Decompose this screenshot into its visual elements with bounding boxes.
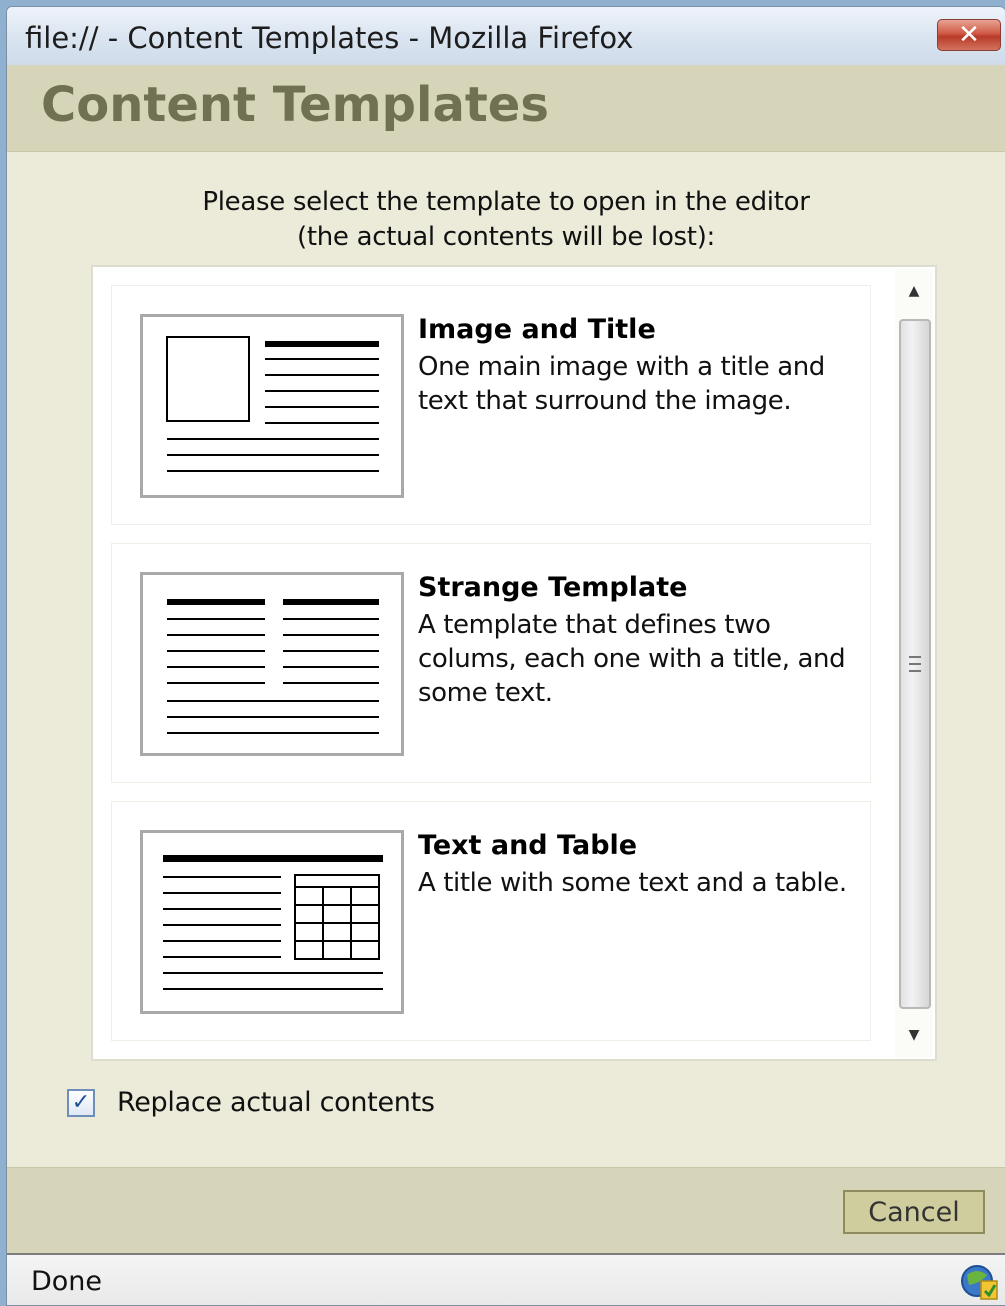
- template-description: A template that defines two colums, each…: [418, 610, 846, 708]
- template-title: Text and Table: [418, 830, 638, 861]
- template-item-text-and-table[interactable]: Text and Table A title with some text an…: [111, 801, 871, 1041]
- two-columns-thumbnail-icon: [140, 572, 404, 756]
- arrow-down-icon: ▼: [908, 1027, 920, 1043]
- vertical-scrollbar[interactable]: ▲ ▼: [895, 269, 933, 1057]
- template-title: Strange Template: [418, 572, 688, 603]
- template-list: Image and Title One main image with a ti…: [91, 265, 937, 1061]
- scroll-up-button[interactable]: ▲: [895, 269, 933, 313]
- window-title: file:// - Content Templates - Mozilla Fi…: [25, 21, 634, 55]
- scroll-thumb[interactable]: [899, 319, 931, 1009]
- arrow-up-icon: ▲: [908, 283, 920, 299]
- template-item-image-and-title[interactable]: Image and Title One main image with a ti…: [111, 285, 871, 525]
- instructions-line-1: Please select the template to open in th…: [202, 187, 810, 217]
- scroll-down-button[interactable]: ▼: [895, 1013, 933, 1057]
- instructions-line-2: (the actual contents will be lost):: [297, 222, 715, 252]
- template-description: One main image with a title and text tha…: [418, 352, 825, 416]
- replace-contents-option[interactable]: ✓ Replace actual contents: [67, 1087, 435, 1118]
- close-icon: ✕: [958, 20, 980, 50]
- checkmark-icon: ✓: [71, 1089, 91, 1115]
- dialog-header: Content Templates: [7, 65, 1005, 152]
- instructions: Please select the template to open in th…: [7, 185, 1005, 255]
- close-button[interactable]: ✕: [937, 19, 1001, 51]
- cancel-button[interactable]: Cancel: [843, 1190, 985, 1234]
- dialog-heading: Content Templates: [41, 77, 549, 133]
- image-and-title-thumbnail-icon: [140, 314, 404, 498]
- replace-contents-label[interactable]: Replace actual contents: [117, 1087, 435, 1118]
- template-item-strange-template[interactable]: Strange Template A template that defines…: [111, 543, 871, 783]
- grip-icon: [909, 656, 921, 672]
- template-description: A title with some text and a table.: [418, 868, 847, 898]
- status-text: Done: [31, 1266, 103, 1297]
- network-activity-icon: [961, 1265, 998, 1300]
- status-bar: Done: [7, 1253, 1005, 1305]
- browser-window: file:// - Content Templates - Mozilla Fi…: [6, 6, 1005, 1306]
- replace-contents-checkbox[interactable]: ✓: [67, 1088, 95, 1117]
- text-and-table-thumbnail-icon: [140, 830, 404, 1014]
- title-bar: file:// - Content Templates - Mozilla Fi…: [7, 7, 1005, 66]
- template-title: Image and Title: [418, 314, 656, 345]
- dialog-footer: Cancel: [7, 1167, 1005, 1254]
